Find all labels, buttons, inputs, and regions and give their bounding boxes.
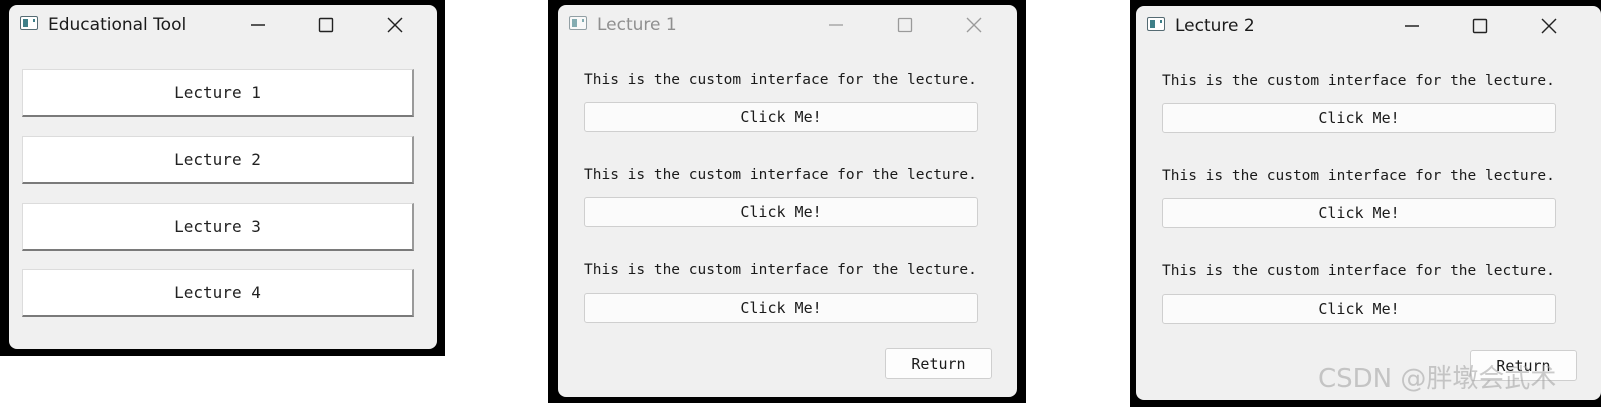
click-me-button-3[interactable]: Click Me! (584, 293, 978, 323)
title-bar[interactable]: Lecture 2 (1136, 6, 1601, 44)
close-icon (1541, 18, 1557, 34)
minimize-button[interactable] (813, 5, 859, 43)
title-bar[interactable]: Lecture 1 (558, 5, 1017, 43)
app-icon (1147, 17, 1165, 31)
lecture-label-2: This is the custom interface for the lec… (1162, 168, 1555, 184)
lecture-1-button[interactable]: Lecture 1 (22, 69, 414, 117)
lecture-3-button[interactable]: Lecture 3 (22, 203, 414, 251)
close-icon (966, 17, 982, 33)
close-button[interactable] (1526, 6, 1572, 44)
maximize-button[interactable] (1457, 6, 1503, 44)
click-me-button-2[interactable]: Click Me! (1162, 198, 1556, 228)
maximize-icon (318, 17, 334, 33)
lecture-label-3: This is the custom interface for the lec… (584, 262, 977, 278)
minimize-icon (251, 24, 265, 26)
maximize-icon (1472, 18, 1488, 34)
return-button[interactable]: Return (885, 348, 992, 379)
app-icon (569, 16, 587, 30)
minimize-icon (1405, 25, 1419, 27)
click-me-button-1[interactable]: Click Me! (1162, 103, 1556, 133)
lecture-label-1: This is the custom interface for the lec… (584, 72, 977, 88)
click-me-button-1[interactable]: Click Me! (584, 102, 978, 132)
lecture-label-3: This is the custom interface for the lec… (1162, 263, 1555, 279)
minimize-button[interactable] (235, 5, 281, 43)
lecture1-window: Lecture 1 This is the custom interface f… (558, 5, 1017, 397)
lecture-4-button[interactable]: Lecture 4 (22, 269, 414, 317)
main-window: Educational Tool Lecture 1 Lecture 2 Lec… (9, 5, 437, 349)
lecture2-content: This is the custom interface for the lec… (1136, 48, 1601, 400)
lecture-label-1: This is the custom interface for the lec… (1162, 73, 1555, 89)
maximize-button[interactable] (882, 5, 928, 43)
lecture-2-button[interactable]: Lecture 2 (22, 136, 414, 184)
click-me-button-2[interactable]: Click Me! (584, 197, 978, 227)
close-icon (387, 17, 403, 33)
window-title: Educational Tool (48, 15, 187, 35)
close-button[interactable] (951, 5, 997, 43)
maximize-icon (897, 17, 913, 33)
main-content: Lecture 1 Lecture 2 Lecture 3 Lecture 4 (9, 47, 437, 349)
title-bar[interactable]: Educational Tool (9, 5, 437, 43)
minimize-icon (829, 24, 843, 26)
click-me-button-3[interactable]: Click Me! (1162, 294, 1556, 324)
app-icon (20, 16, 38, 30)
window-title: Lecture 2 (1175, 16, 1255, 36)
return-button[interactable]: Return (1470, 350, 1577, 381)
minimize-button[interactable] (1389, 6, 1435, 44)
maximize-button[interactable] (303, 5, 349, 43)
lecture2-window: Lecture 2 This is the custom interface f… (1136, 6, 1601, 400)
lecture-label-2: This is the custom interface for the lec… (584, 167, 977, 183)
lecture1-content: This is the custom interface for the lec… (558, 47, 1017, 397)
window-title: Lecture 1 (597, 15, 677, 35)
close-button[interactable] (372, 5, 418, 43)
